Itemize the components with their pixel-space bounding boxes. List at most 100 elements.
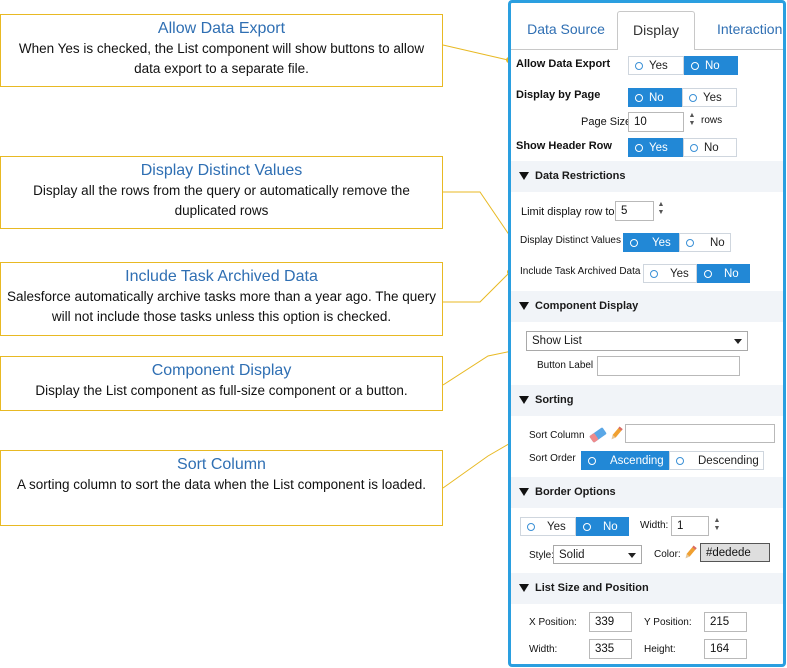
sort-ascending-toggle[interactable]: Ascending xyxy=(581,451,669,470)
callout-body: Display all the rows from the query or a… xyxy=(33,183,410,218)
callout-body: Display the List component as full-size … xyxy=(35,383,408,398)
section-list-size-position[interactable]: List Size and Position xyxy=(511,573,783,604)
width-input[interactable]: 335 xyxy=(589,639,632,659)
sort-column-input[interactable] xyxy=(625,424,775,443)
tab-bar: Data Source Display Interaction xyxy=(511,3,783,50)
dropdown-arrow-icon xyxy=(628,553,636,558)
section-title: List Size and Position xyxy=(535,582,649,594)
callout-allow-data-export: Allow Data Export When Yes is checked, t… xyxy=(0,14,443,87)
collapse-triangle-icon xyxy=(519,302,529,310)
border-no-toggle[interactable]: No xyxy=(576,517,629,536)
show-header-yes-toggle[interactable]: Yes xyxy=(628,138,683,157)
dropdown-arrow-icon xyxy=(734,339,742,344)
toggle-label: Yes xyxy=(670,267,689,280)
leader-allow-export xyxy=(442,44,509,61)
limit-display-input[interactable]: 5 xyxy=(615,201,654,221)
toggle-label: Yes xyxy=(703,91,722,104)
border-width-label: Width: xyxy=(640,520,669,531)
callout-body: Salesforce automatically archive tasks m… xyxy=(7,289,436,324)
show-header-label: Show Header Row xyxy=(516,140,612,152)
sort-descending-toggle[interactable]: Descending xyxy=(669,451,764,470)
archived-label: Include Task Archived Data xyxy=(520,266,641,277)
leader-archived xyxy=(443,271,511,303)
toggle-label: Yes xyxy=(649,141,668,154)
allow-export-yes-toggle[interactable]: Yes xyxy=(628,56,684,75)
toggle-label: Yes xyxy=(649,59,668,72)
border-yes-toggle[interactable]: Yes xyxy=(520,517,576,536)
sort-order-label: Sort Order xyxy=(529,453,576,464)
radio-icon xyxy=(650,269,658,278)
callout-title: Include Task Archived Data xyxy=(125,268,318,285)
section-title: Border Options xyxy=(535,486,616,498)
display-by-page-no-toggle[interactable]: No xyxy=(628,88,682,107)
tab-display[interactable]: Display xyxy=(617,11,695,50)
collapse-triangle-icon xyxy=(519,488,529,496)
limit-display-spinner-icon[interactable]: ▲ ▼ xyxy=(657,201,665,217)
radio-icon xyxy=(676,456,684,465)
allow-export-no-toggle[interactable]: No xyxy=(684,56,738,75)
display-by-page-label: Display by Page xyxy=(516,89,601,101)
toggle-label: No xyxy=(724,267,739,280)
border-width-input[interactable]: 1 xyxy=(671,516,709,536)
callout-display-distinct-values: Display Distinct Values Display all the … xyxy=(0,156,443,229)
display-by-page-yes-toggle[interactable]: Yes xyxy=(682,88,737,107)
width-label: Width: xyxy=(529,644,558,655)
show-header-no-toggle[interactable]: No xyxy=(683,138,737,157)
distinct-no-toggle[interactable]: No xyxy=(679,233,731,252)
toggle-label: Ascending xyxy=(610,454,664,467)
collapse-triangle-icon xyxy=(519,172,529,180)
y-position-label: Y Position: xyxy=(644,617,692,628)
toggle-label: Yes xyxy=(547,520,566,533)
select-value: Solid xyxy=(559,549,585,561)
section-border-options[interactable]: Border Options xyxy=(511,477,783,508)
radio-icon xyxy=(635,93,643,102)
toggle-label: No xyxy=(704,141,719,154)
archived-yes-toggle[interactable]: Yes xyxy=(643,264,697,283)
toggle-label: No xyxy=(710,236,725,249)
section-data-restrictions[interactable]: Data Restrictions xyxy=(511,161,783,192)
radio-icon xyxy=(704,269,712,278)
toggle-label: Descending xyxy=(698,454,759,467)
border-color-input[interactable]: #dedede xyxy=(700,543,770,562)
callout-body: A sorting column to sort the data when t… xyxy=(17,477,426,492)
section-title: Component Display xyxy=(535,300,639,312)
radio-icon xyxy=(527,522,535,531)
page-size-label: Page Size xyxy=(581,116,632,128)
properties-panel: Data Source Display Interaction Allow Da… xyxy=(508,0,786,667)
toggle-label: Yes xyxy=(652,236,671,249)
limit-display-label: Limit display row to xyxy=(521,206,615,218)
border-style-select[interactable]: Solid xyxy=(553,545,642,564)
border-style-label: Style: xyxy=(529,550,555,561)
allow-export-label: Allow Data Export xyxy=(516,58,611,70)
y-position-input[interactable]: 215 xyxy=(704,612,747,632)
archived-no-toggle[interactable]: No xyxy=(697,264,750,283)
radio-icon xyxy=(689,93,697,102)
callout-title: Sort Column xyxy=(177,456,266,473)
section-component-display[interactable]: Component Display xyxy=(511,291,783,322)
collapse-triangle-icon xyxy=(519,584,529,592)
eraser-icon[interactable] xyxy=(588,427,608,443)
tab-data-source[interactable]: Data Source xyxy=(517,11,615,50)
page-size-input[interactable]: 10 xyxy=(628,112,684,132)
x-position-input[interactable]: 339 xyxy=(589,612,632,632)
section-sorting[interactable]: Sorting xyxy=(511,385,783,416)
radio-icon xyxy=(630,238,638,247)
toggle-label: No xyxy=(649,91,664,104)
section-title: Sorting xyxy=(535,394,574,406)
select-value: Show List xyxy=(532,335,582,347)
border-width-spinner-icon[interactable]: ▲ ▼ xyxy=(713,517,721,533)
radio-icon xyxy=(686,238,694,247)
height-input[interactable]: 164 xyxy=(704,639,747,659)
pencil-icon[interactable] xyxy=(683,545,697,561)
height-label: Height: xyxy=(644,644,676,655)
collapse-triangle-icon xyxy=(519,396,529,404)
tab-interaction[interactable]: Interaction xyxy=(701,11,783,50)
leader-distinct xyxy=(443,191,513,240)
button-label-input[interactable] xyxy=(597,356,740,376)
callout-include-task-archived-data: Include Task Archived Data Salesforce au… xyxy=(0,262,443,336)
x-position-label: X Position: xyxy=(529,617,577,628)
distinct-yes-toggle[interactable]: Yes xyxy=(623,233,679,252)
component-display-select[interactable]: Show List xyxy=(526,331,748,351)
page-size-spinner-icon[interactable]: ▲ ▼ xyxy=(688,112,696,128)
pencil-icon[interactable] xyxy=(609,426,623,442)
